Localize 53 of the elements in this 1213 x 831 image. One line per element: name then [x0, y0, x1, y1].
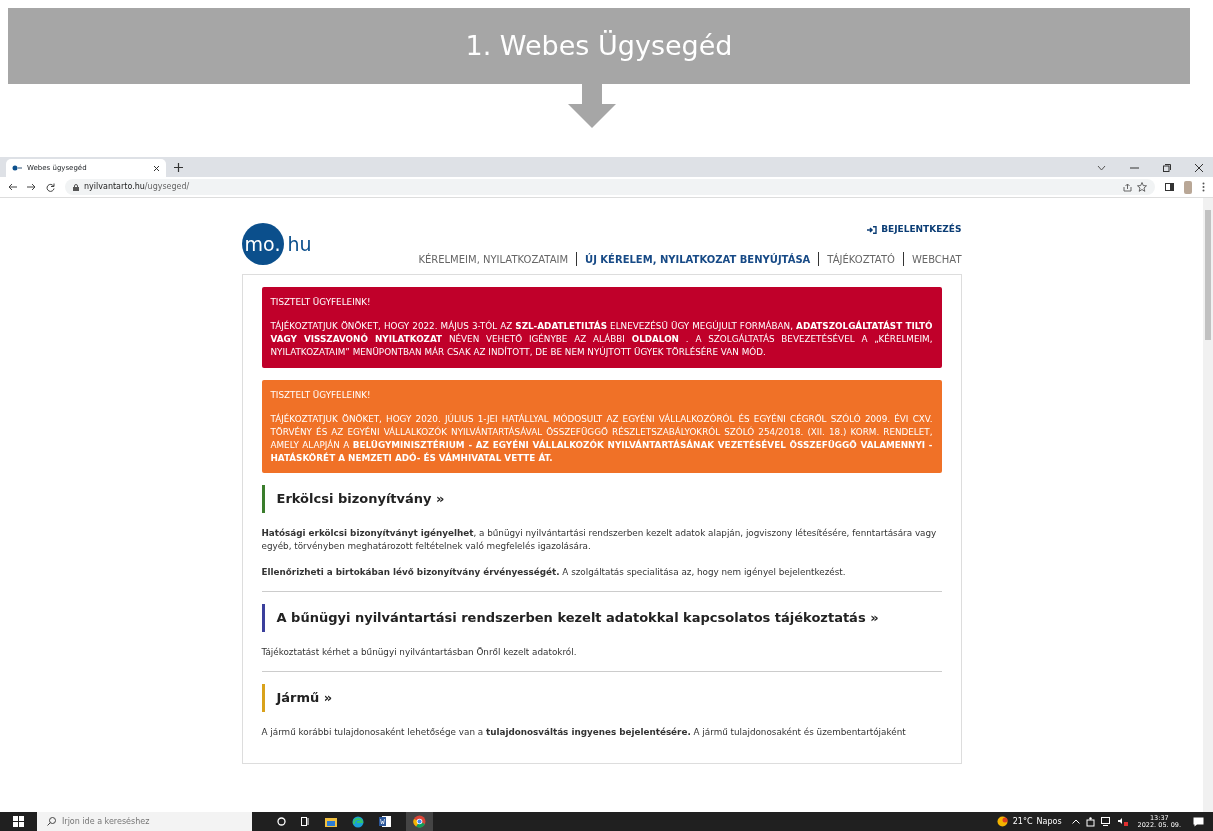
network-icon[interactable] [1100, 817, 1112, 826]
folder-icon[interactable] [325, 816, 337, 827]
login-icon [867, 225, 878, 234]
chrome-icon[interactable] [413, 815, 426, 828]
close-icon[interactable] [153, 164, 160, 172]
nav-link[interactable]: TÁJÉKOZTATÓ [827, 251, 895, 267]
slide-title-banner: 1. Webes Ügysegéd [8, 8, 1190, 84]
notice-text: TÁJÉKOZTATJUK ÖNÖKET, HOGY 2020. JÚLIUS 1-JEI HATÁLLYAL MÓDOSULT AZ EGYÉNI VÁLLALKOZÓRÓL ÉS EGYÉNI CÉGRŐL SZÓLÓ 2009. ÉVI CXV. TÖRVÉNY ÉS AZ EGYÉNI VÁLLALKOZÓK NYILVÁNTARTÁSÁVAL ÖSSZEFÜGGŐ RÉSZLETSZABÁLYOKRÓL SZÓLÓ 254/2018. (XII. 18.) KORM. RENDELET, AMELY ALAPJÁN A BELÜGYMINISZTÉRIUM - AZ EGYÉNI VÁLLALKOZÓK NYILVÁNTARTÁSÁNAK VEZETÉSÉVEL ÖSSZEFÜGGŐ VALAMENNYI - HATÁSKÖRÉT A NEMZETI ADÓ- ÉS VÁMHIVATAL VETTE ÁT. [270, 413, 933, 465]
close-icon[interactable] [1195, 164, 1203, 172]
word-icon[interactable] [379, 816, 391, 827]
notice-text: TÁJÉKOZTATJUK ÖNÖKET, HOGY 2022. MÁJUS 3-TÓL AZ SZL-ADATLETILTÁS ELNEVEZÉSŰ ÜGY MEGÚJULT FORMÁBAN, ADATSZOLGÁLTATÁST TILTÓ VAGY VISSZAVONÓ NYILATKOZAT NÉVEN VEHETŐ IGÉNYBE AZ ALÁBBI OLDALON . A SZOLGÁLTATÁS BEVEZETÉSÉVEL A „KÉRELMEIM, NYILATKOZATAIM” MENÜPONTBAN MÁR CSAK AZ INDÍTOTT, DE BE NEM NYÚJTOTT ÜGYEK TÖRLÉSÉRE VAN MÓD. [270, 320, 933, 359]
login-link[interactable]: BEJELENTKEZÉS [867, 223, 962, 237]
logo-text: hu [287, 231, 312, 257]
favicon-icon [12, 165, 22, 171]
speaker-muted-icon[interactable] [1117, 817, 1128, 826]
windows-start-icon[interactable] [13, 816, 24, 827]
lock-icon [73, 183, 79, 191]
scrollbar-thumb[interactable] [1205, 210, 1211, 340]
nav-link[interactable]: ÚJ KÉRELEM, NYILATKOZAT BENYÚJTÁSA [585, 251, 811, 267]
chevron-down-icon[interactable] [1097, 165, 1106, 171]
more-options-icon[interactable] [1202, 182, 1205, 192]
restore-icon[interactable] [1163, 164, 1171, 172]
notification-icon[interactable] [1193, 816, 1204, 827]
service-description: Hatósági erkölcsi bizonyítványt igényelhet, a bűnügyi nyilvántartási rendszerben kezelt adatok alapján, jogviszony létesítésére, fenntartására vagy egyéb, törvényben meghatározott feltételnek való megfelelés igazolására. [261, 527, 938, 554]
weather-text: Napos [1036, 815, 1062, 828]
logo-badge[interactable]: mo. [241, 223, 284, 265]
reload-icon[interactable] [46, 182, 55, 192]
service-heading-link[interactable]: Jármű » [261, 684, 942, 712]
side-panel-icon[interactable] [1165, 183, 1174, 191]
forward-arrow-icon[interactable] [27, 183, 36, 191]
back-arrow-icon[interactable] [8, 183, 17, 191]
service-description: A jármű korábbi tulajdonosaként lehetősége van a tulajdonosváltás ingyenes bejelentésére. A jármű tulajdonosaként és üzembentartójaként [261, 726, 907, 739]
taskbar-search-field[interactable]: Írjon ide a kereséshez [37, 812, 252, 831]
cortana-circle-icon[interactable] [277, 817, 286, 826]
star-icon[interactable] [1137, 182, 1147, 192]
sun-icon [996, 816, 1008, 827]
share-icon[interactable] [1123, 182, 1132, 192]
service-heading-link[interactable]: Erkölcsi bizonyítvány » [261, 485, 942, 514]
address-bar[interactable]: nyilvantarto.hu/ugyseged/ [65, 179, 1155, 195]
notice-heading: TISZTELT ÜGYFELEINK! [270, 295, 372, 309]
edge-browser-icon[interactable] [352, 815, 364, 828]
new-tab-icon[interactable] [174, 163, 183, 172]
down-arrow-icon [568, 84, 616, 128]
chevron-up-icon[interactable] [1071, 819, 1080, 824]
nav-link[interactable]: KÉRELMEIM, NYILATKOZATAIM [418, 251, 569, 267]
task-view-icon[interactable] [301, 817, 310, 826]
service-description: Tájékoztatást kérhet a bűnügyi nyilvántartásban Önről kezelt adatokról. [261, 645, 578, 659]
service-description: Ellenőrizheti a birtokában lévő bizonyítvány érvényességét. A szolgáltatás specialitása az, hogy nem igényel bejelentkezést. [261, 565, 847, 579]
weather-temperature: 21°C [1012, 815, 1033, 828]
scrollbar[interactable] [1203, 198, 1213, 812]
service-heading-link[interactable]: A bűnügyi nyilvántartási rendszerben kezelt adatokkal kapcsolatos tájékoztatás » [261, 603, 942, 632]
notice-heading: TISZTELT ÜGYFELEINK! [270, 388, 372, 402]
nav-link[interactable]: WEBCHAT [911, 251, 962, 267]
